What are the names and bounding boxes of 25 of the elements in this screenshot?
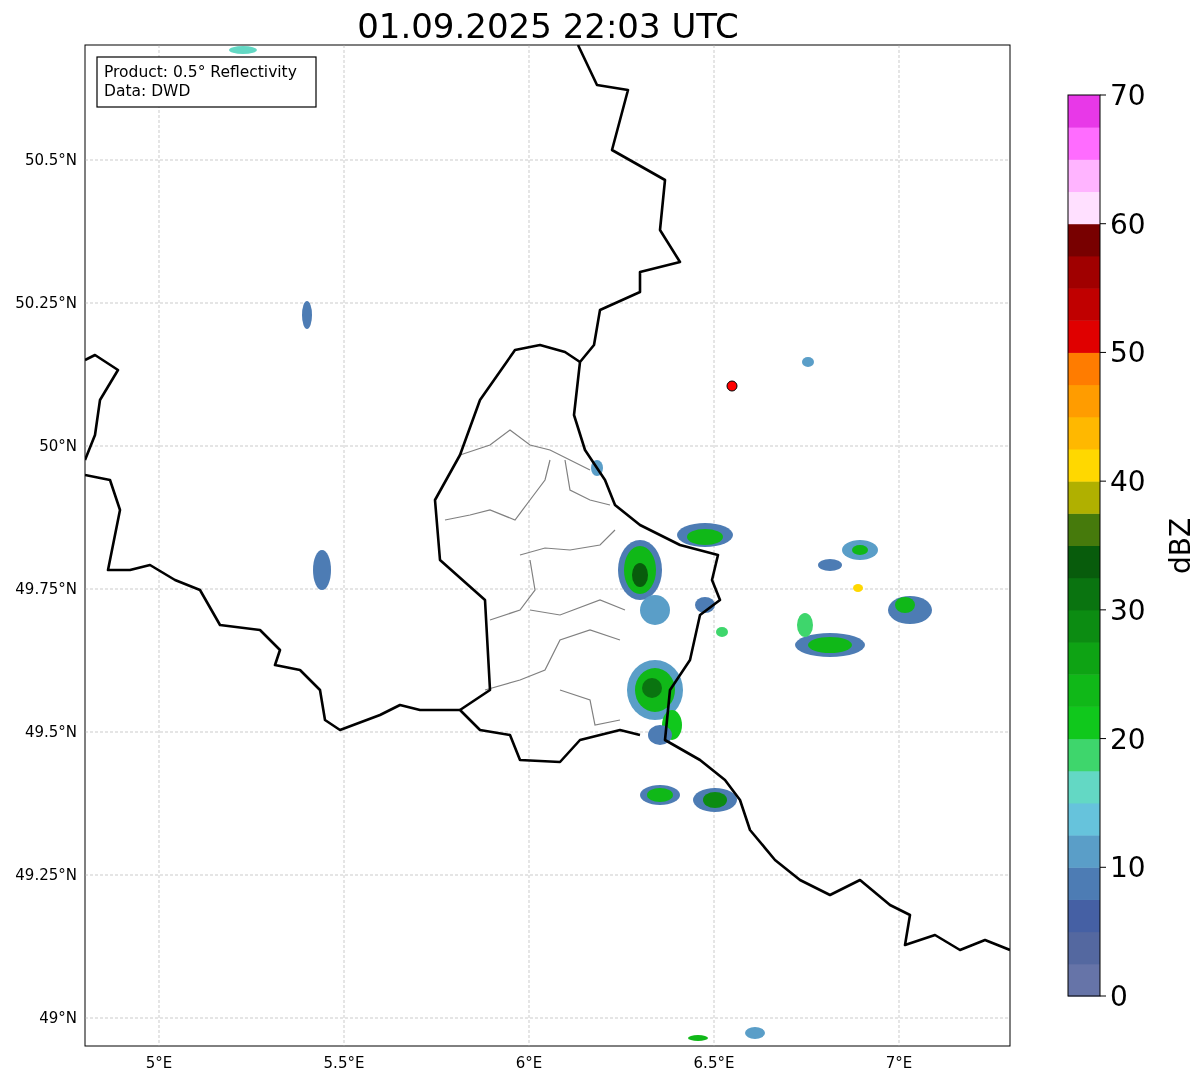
latitude-label: 49.75°N — [15, 580, 77, 598]
colorbar-tick-label: 50 — [1110, 336, 1146, 370]
chart-title: 01.09.2025 22:03 UTC — [357, 6, 739, 46]
longitude-label: 5°E — [145, 1054, 173, 1072]
latitude-label: 49.25°N — [15, 866, 77, 884]
colorbar-tick-label: 60 — [1110, 207, 1146, 241]
latitude-label: 49.5°N — [24, 723, 77, 741]
latitude-label: 49°N — [39, 1009, 77, 1027]
longitude-label: 6°E — [515, 1054, 543, 1072]
colorbar-label: dBZ — [1164, 517, 1197, 575]
latitude-label: 50.5°N — [24, 151, 77, 169]
info-text: Product: 0.5° Reflectivity — [104, 63, 297, 81]
latitude-label: 50°N — [39, 437, 77, 455]
colorbar-tick-label: 30 — [1110, 593, 1146, 627]
colorbar-tick-label: 0 — [1110, 980, 1128, 1013]
colorbar-tick-label: 40 — [1110, 465, 1146, 499]
latitude-label: 50.25°N — [15, 294, 77, 312]
info-text: Data: DWD — [104, 82, 191, 100]
longitude-label: 7°E — [885, 1054, 913, 1072]
longitude-label: 5.5°E — [323, 1054, 365, 1072]
colorbar-tick-label: 70 — [1110, 79, 1146, 112]
longitude-label: 6.5°E — [693, 1054, 735, 1072]
radar-station-marker — [726, 380, 738, 392]
colorbar-tick-label: 20 — [1110, 722, 1146, 756]
colorbar-tick-label: 10 — [1110, 851, 1146, 885]
